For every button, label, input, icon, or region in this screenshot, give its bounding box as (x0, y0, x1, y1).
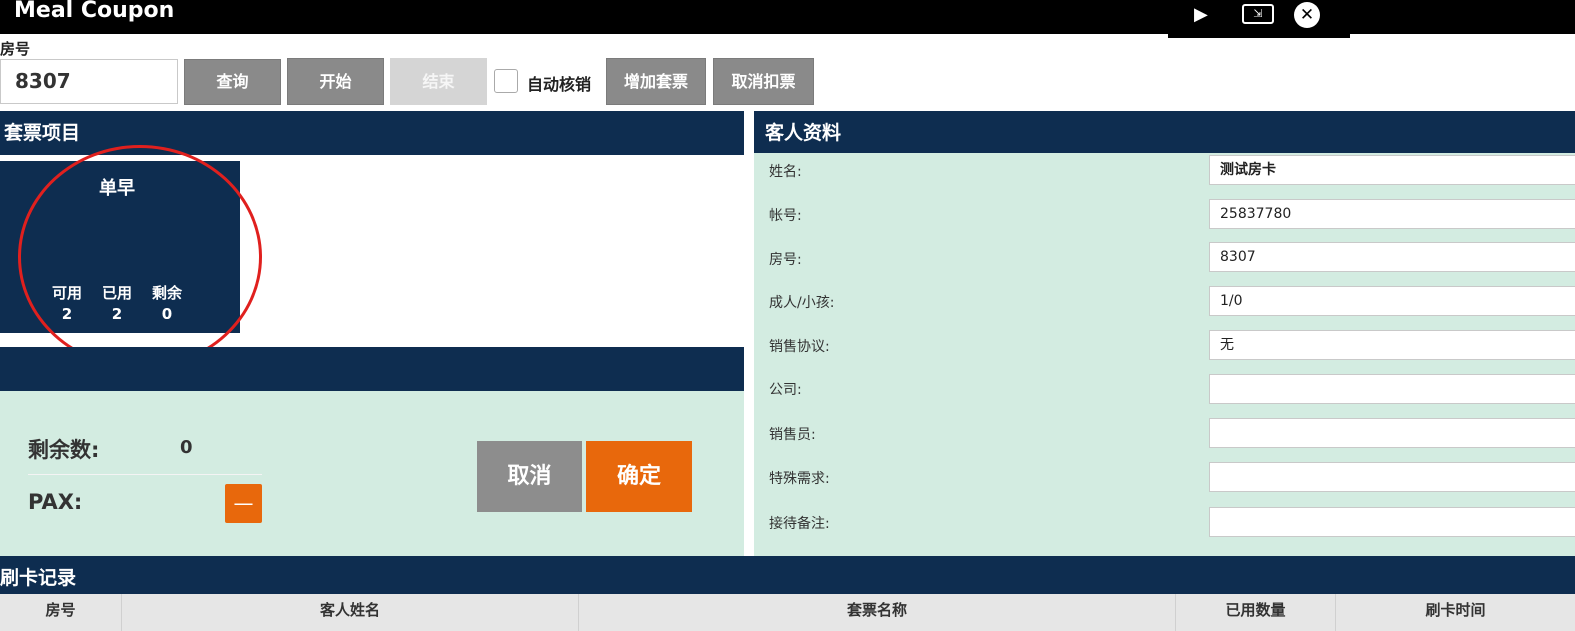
resize-icon[interactable]: ⇲ (1242, 4, 1274, 24)
close-icon[interactable]: ✕ (1294, 2, 1320, 28)
sales-agreement-label: 销售协议: (769, 339, 830, 355)
special-request-field[interactable] (1209, 462, 1575, 492)
remaining-count-value: 0 (180, 437, 193, 458)
guest-room-field[interactable]: 8307 (1209, 242, 1575, 272)
company-label: 公司: (769, 382, 802, 398)
end-button[interactable]: 结束 (390, 58, 487, 105)
company-field[interactable] (1209, 374, 1575, 404)
room-number-input[interactable]: 8307 (0, 59, 178, 104)
annotation-circle (18, 145, 262, 369)
action-header (0, 347, 744, 391)
guest-name-label: 姓名: (769, 164, 802, 180)
confirm-button[interactable]: 确定 (586, 441, 692, 512)
cancel-deduct-button[interactable]: 取消扣票 (713, 58, 814, 105)
pax-decrement-button[interactable]: — (225, 484, 262, 523)
reception-note-label: 接待备注: (769, 516, 830, 532)
window-controls: ▶ ⇲ ✕ (1168, 0, 1350, 38)
cancel-button[interactable]: 取消 (477, 441, 582, 512)
remaining-count-label: 剩余数: (28, 438, 100, 462)
salesperson-label: 销售员: (769, 427, 816, 443)
adults-children-label: 成人/小孩: (769, 295, 835, 311)
column-package-name[interactable]: 套票名称 (579, 594, 1176, 631)
special-request-label: 特殊需求: (769, 471, 830, 487)
guest-name-field[interactable]: 测试房卡 (1209, 155, 1575, 185)
start-button[interactable]: 开始 (287, 58, 384, 105)
column-used-qty[interactable]: 已用数量 (1176, 594, 1336, 631)
auto-verify-checkbox[interactable] (494, 69, 518, 93)
play-icon[interactable]: ▶ (1194, 2, 1208, 28)
sales-agreement-field[interactable]: 无 (1209, 330, 1575, 360)
column-room[interactable]: 房号 (0, 594, 122, 631)
adults-children-field[interactable]: 1/0 (1209, 286, 1575, 316)
reception-note-field[interactable] (1209, 507, 1575, 537)
account-label: 帐号: (769, 208, 802, 224)
column-guest-name[interactable]: 客人姓名 (122, 594, 579, 631)
query-button[interactable]: 查询 (184, 59, 281, 105)
pax-label: PAX: (28, 490, 83, 514)
divider (28, 474, 262, 475)
guest-info-header: 客人资料 (754, 111, 1575, 153)
guest-room-label: 房号: (769, 252, 802, 268)
auto-verify-label: 自动核销 (527, 75, 592, 94)
column-swipe-time[interactable]: 刷卡时间 (1336, 594, 1575, 631)
add-package-button[interactable]: 增加套票 (606, 58, 706, 105)
swipe-log-header: 刷卡记录 (0, 556, 1575, 594)
salesperson-field[interactable] (1209, 418, 1575, 448)
account-field[interactable]: 25837780 (1209, 199, 1575, 229)
window-title: Meal Coupon (14, 0, 175, 23)
room-number-label: 房号 (0, 40, 31, 58)
